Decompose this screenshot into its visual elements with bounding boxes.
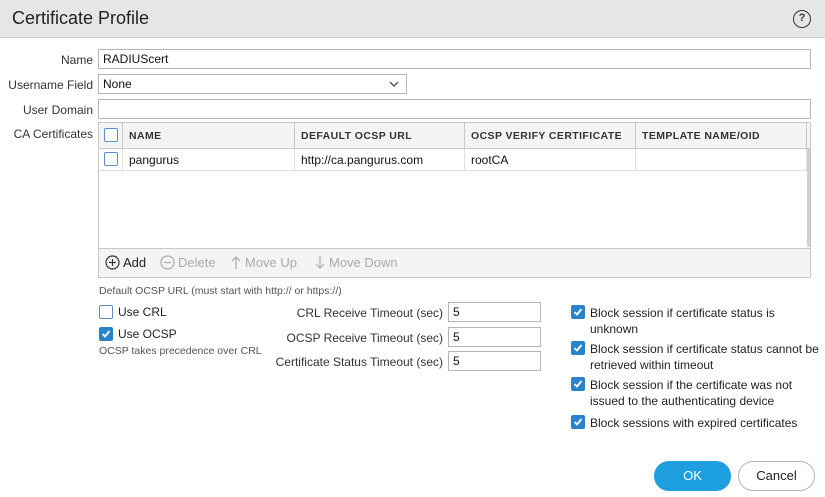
select-all-checkbox[interactable]: [104, 128, 118, 142]
use-crl-label: Use CRL: [118, 305, 167, 319]
checkmark-icon: [573, 308, 583, 316]
crl-timeout-label: CRL Receive Timeout (sec): [296, 306, 443, 320]
add-label: Add: [123, 255, 147, 270]
delete-button[interactable]: Delete: [160, 255, 216, 270]
block-not-issued-checkbox[interactable]: [571, 377, 585, 391]
delete-label: Delete: [178, 255, 216, 270]
ocsp-url-hint: Default OCSP URL (must start with http:/…: [99, 285, 342, 297]
block-unknown-label: Block session if certificate status is u…: [590, 306, 775, 336]
column-verify-cert[interactable]: OCSP VERIFY CERTIFICATE: [465, 123, 636, 148]
block-expired-checkbox[interactable]: [571, 415, 585, 429]
name-input[interactable]: RADIUScert: [98, 49, 811, 69]
move-up-label: Move Up: [245, 255, 298, 270]
dialog-title: Certificate Profile: [12, 8, 150, 28]
status-timeout-label: Certificate Status Timeout (sec): [275, 355, 443, 369]
ca-certificates-table: NAME DEFAULT OCSP URL OCSP VERIFY CERTIF…: [98, 122, 811, 278]
row-checkbox[interactable]: [104, 152, 118, 166]
block-expired-label: Block sessions with expired certificates: [590, 416, 798, 430]
username-field-label: Username Field: [8, 78, 93, 92]
select-all-cell: [99, 123, 123, 148]
table-header: NAME DEFAULT OCSP URL OCSP VERIFY CERTIF…: [99, 123, 810, 149]
use-ocsp-checkbox[interactable]: [99, 327, 113, 341]
move-up-button[interactable]: Move Up: [230, 255, 297, 270]
user-domain-label: User Domain: [22, 103, 93, 117]
add-circle-icon: [105, 255, 120, 270]
cell-name: pangurus: [123, 149, 295, 170]
use-ocsp-label: Use OCSP: [118, 327, 177, 341]
ok-button[interactable]: OK: [654, 461, 731, 491]
block-timeout-label: Block session if certificate status cann…: [590, 342, 819, 372]
dialog-titlebar: Certificate Profile ?: [0, 0, 825, 38]
checkmark-icon: [573, 344, 583, 352]
use-crl-checkbox[interactable]: [99, 305, 113, 319]
column-ocsp-url[interactable]: DEFAULT OCSP URL: [295, 123, 465, 148]
arrow-down-icon: [315, 256, 325, 269]
column-name[interactable]: NAME: [123, 123, 295, 148]
move-down-button[interactable]: Move Down: [314, 255, 398, 270]
checkmark-icon: [573, 418, 583, 426]
arrow-up-icon: [231, 256, 241, 269]
table-toolbar: Add Delete Move Up Move Down: [99, 248, 810, 277]
block-timeout-checkbox[interactable]: [571, 341, 585, 355]
add-button[interactable]: Add: [105, 255, 146, 270]
cell-template: [636, 149, 807, 170]
checkmark-icon: [101, 330, 111, 338]
name-label: Name: [60, 53, 93, 67]
chevron-down-icon: [389, 81, 399, 87]
column-template[interactable]: TEMPLATE NAME/OID: [636, 123, 807, 148]
block-not-issued-label: Block session if the certificate was not…: [590, 378, 793, 408]
table-row[interactable]: pangurus http://ca.pangurus.com rootCA: [99, 149, 807, 171]
user-domain-input[interactable]: [98, 99, 811, 119]
cell-verify-cert: rootCA: [465, 149, 636, 170]
username-field-select[interactable]: None: [98, 74, 407, 94]
checkmark-icon: [573, 380, 583, 388]
table-scrollbar[interactable]: [807, 149, 810, 247]
block-unknown-checkbox[interactable]: [571, 305, 585, 319]
ocsp-precedence-note: OCSP takes precedence over CRL: [99, 345, 262, 357]
ocsp-timeout-input[interactable]: 5: [448, 327, 541, 347]
move-down-label: Move Down: [329, 255, 398, 270]
ca-certificates-label: CA Certificates: [13, 127, 93, 141]
crl-timeout-input[interactable]: 5: [448, 302, 541, 322]
row-select-cell: [99, 149, 123, 170]
status-timeout-input[interactable]: 5: [448, 351, 541, 371]
help-icon[interactable]: ?: [793, 10, 811, 28]
cell-ocsp-url: http://ca.pangurus.com: [295, 149, 465, 170]
cancel-button[interactable]: Cancel: [738, 461, 815, 491]
username-field-value: None: [103, 77, 132, 91]
ocsp-timeout-label: OCSP Receive Timeout (sec): [286, 331, 444, 345]
delete-circle-icon: [160, 255, 175, 270]
